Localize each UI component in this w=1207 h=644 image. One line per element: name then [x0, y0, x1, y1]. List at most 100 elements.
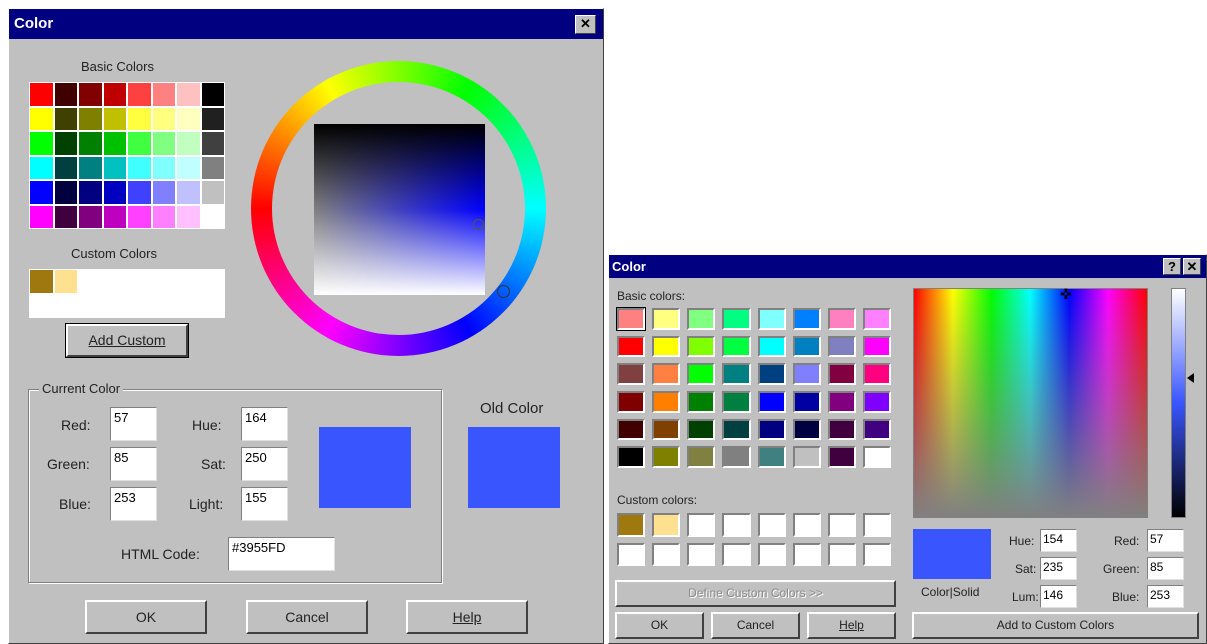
- basic-color-swatch[interactable]: [29, 82, 54, 107]
- custom-color-swatch[interactable]: [792, 542, 821, 566]
- basic-color-swatch[interactable]: [722, 363, 751, 385]
- custom-color-swatch[interactable]: [102, 269, 127, 294]
- basic-color-swatch[interactable]: [862, 446, 891, 468]
- basic-color-swatch[interactable]: [687, 335, 716, 358]
- right-close-button[interactable]: ✕: [1183, 258, 1201, 275]
- sat-field-right[interactable]: 235: [1040, 557, 1077, 580]
- custom-color-swatch[interactable]: [757, 513, 786, 537]
- basic-color-swatch[interactable]: [102, 131, 127, 156]
- basic-color-swatch[interactable]: [722, 446, 751, 468]
- basic-color-swatch[interactable]: [29, 131, 54, 156]
- custom-color-swatch[interactable]: [200, 293, 225, 318]
- saturation-lightness-square[interactable]: [314, 124, 485, 295]
- basic-color-swatch[interactable]: [151, 106, 176, 131]
- square-picker-marker[interactable]: [473, 219, 484, 230]
- basic-color-swatch[interactable]: [862, 363, 891, 385]
- basic-color-swatch[interactable]: [827, 363, 856, 385]
- basic-color-swatch[interactable]: [722, 335, 751, 358]
- hue-field-right[interactable]: 154: [1040, 529, 1077, 552]
- custom-color-swatch[interactable]: [102, 293, 127, 318]
- basic-color-swatch[interactable]: [652, 308, 681, 330]
- custom-color-swatch[interactable]: [652, 542, 681, 566]
- red-field-right[interactable]: 57: [1147, 529, 1184, 552]
- basic-color-swatch[interactable]: [127, 131, 152, 156]
- basic-color-swatch[interactable]: [617, 418, 646, 441]
- basic-color-swatch[interactable]: [151, 131, 176, 156]
- basic-color-swatch[interactable]: [151, 82, 176, 107]
- basic-color-swatch[interactable]: [200, 106, 225, 131]
- html-code-field[interactable]: #3955FD: [228, 537, 335, 571]
- blue-field-right[interactable]: 253: [1147, 585, 1184, 608]
- basic-color-swatch[interactable]: [792, 390, 821, 413]
- basic-color-swatch[interactable]: [53, 180, 78, 205]
- basic-color-swatch[interactable]: [200, 204, 225, 229]
- custom-color-swatch[interactable]: [29, 293, 54, 318]
- red-field[interactable]: 57: [110, 407, 157, 441]
- custom-color-swatch[interactable]: [792, 513, 821, 537]
- basic-color-swatch[interactable]: [127, 155, 152, 180]
- basic-color-swatch[interactable]: [53, 106, 78, 131]
- basic-color-swatch[interactable]: [29, 180, 54, 205]
- basic-color-swatch[interactable]: [827, 308, 856, 330]
- define-custom-colors-button[interactable]: Define Custom Colors >>: [615, 580, 896, 607]
- basic-color-swatch[interactable]: [127, 82, 152, 107]
- custom-color-swatch[interactable]: [78, 269, 103, 294]
- custom-color-swatch[interactable]: [200, 269, 225, 294]
- basic-color-swatch[interactable]: [862, 418, 891, 441]
- basic-color-swatch[interactable]: [53, 155, 78, 180]
- basic-color-swatch[interactable]: [29, 204, 54, 229]
- ok-button-right[interactable]: OK: [615, 612, 704, 639]
- sat-field[interactable]: 250: [241, 447, 288, 481]
- basic-color-swatch[interactable]: [102, 106, 127, 131]
- custom-color-swatch[interactable]: [127, 293, 152, 318]
- basic-color-swatch[interactable]: [687, 390, 716, 413]
- basic-color-swatch[interactable]: [792, 335, 821, 358]
- basic-color-swatch[interactable]: [200, 82, 225, 107]
- basic-color-swatch[interactable]: [827, 335, 856, 358]
- basic-color-swatch[interactable]: [757, 363, 786, 385]
- custom-color-swatch[interactable]: [722, 542, 751, 566]
- basic-color-swatch[interactable]: [176, 204, 201, 229]
- basic-color-swatch[interactable]: [78, 131, 103, 156]
- basic-color-swatch[interactable]: [53, 131, 78, 156]
- basic-color-swatch[interactable]: [687, 363, 716, 385]
- custom-color-swatch[interactable]: [827, 542, 856, 566]
- add-to-custom-colors-button[interactable]: Add to Custom Colors: [912, 612, 1199, 639]
- basic-color-swatch[interactable]: [176, 131, 201, 156]
- color-spectrum[interactable]: [913, 288, 1148, 518]
- basic-color-swatch[interactable]: [687, 446, 716, 468]
- basic-color-swatch[interactable]: [176, 180, 201, 205]
- light-field[interactable]: 155: [241, 487, 288, 521]
- basic-color-swatch[interactable]: [615, 307, 647, 331]
- basic-color-swatch[interactable]: [29, 106, 54, 131]
- spectrum-crosshair[interactable]: ✜: [1060, 287, 1072, 301]
- basic-color-swatch[interactable]: [792, 418, 821, 441]
- basic-color-swatch[interactable]: [127, 204, 152, 229]
- help-button[interactable]: Help: [406, 600, 528, 634]
- left-close-button[interactable]: ✕: [575, 15, 596, 34]
- basic-color-swatch[interactable]: [652, 418, 681, 441]
- custom-color-swatch[interactable]: [176, 293, 201, 318]
- wheel-hue-marker[interactable]: [497, 285, 510, 298]
- basic-color-swatch[interactable]: [78, 180, 103, 205]
- basic-color-swatch[interactable]: [862, 390, 891, 413]
- cancel-button[interactable]: Cancel: [246, 600, 368, 634]
- basic-color-swatch[interactable]: [617, 390, 646, 413]
- custom-color-swatch[interactable]: [29, 269, 54, 294]
- green-field[interactable]: 85: [110, 447, 157, 481]
- custom-color-swatch[interactable]: [617, 542, 646, 566]
- basic-color-swatch[interactable]: [176, 155, 201, 180]
- add-custom-button[interactable]: Add Custom: [65, 323, 189, 358]
- custom-color-swatch[interactable]: [53, 293, 78, 318]
- basic-color-swatch[interactable]: [29, 155, 54, 180]
- basic-color-swatch[interactable]: [127, 180, 152, 205]
- cancel-button-right[interactable]: Cancel: [711, 612, 800, 639]
- custom-color-swatch[interactable]: [687, 513, 716, 537]
- custom-color-swatch[interactable]: [652, 513, 681, 537]
- basic-color-swatch[interactable]: [757, 308, 786, 330]
- context-help-button[interactable]: ?: [1163, 258, 1181, 275]
- basic-color-swatch[interactable]: [757, 390, 786, 413]
- basic-color-swatch[interactable]: [78, 155, 103, 180]
- basic-color-swatch[interactable]: [792, 308, 821, 330]
- basic-color-swatch[interactable]: [617, 363, 646, 385]
